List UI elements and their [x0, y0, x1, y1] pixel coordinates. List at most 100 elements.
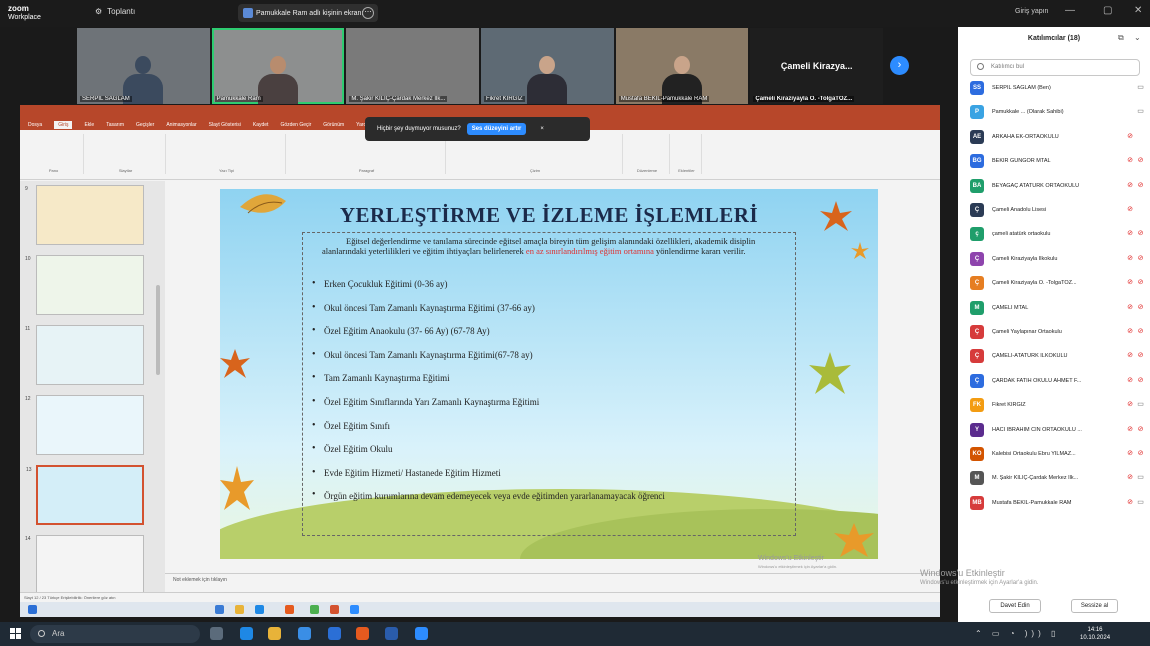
slide-thumbnail[interactable]: 14 — [25, 535, 144, 595]
invite-button[interactable]: Davet Edin — [989, 599, 1041, 613]
camera-icon[interactable]: ▭ — [1136, 474, 1145, 482]
participant-row[interactable]: Ç Çameli Anadolu Lisesi ⊘ — [970, 201, 1145, 219]
mic-muted-icon[interactable]: ⊘ — [1126, 206, 1134, 214]
mic-muted-icon[interactable]: ⊘ — [1126, 157, 1134, 165]
participant-row[interactable]: ç çameli atatürk ortaokulu ⊘ ⊘ — [970, 225, 1145, 243]
ribbon-group-clipboard[interactable]: Pano — [24, 134, 84, 174]
view-options-icon[interactable]: ⋯ — [362, 7, 374, 19]
video-tile[interactable]: Fikret KIRGIZ — [481, 28, 614, 104]
mic-muted-icon[interactable] — [1126, 84, 1134, 92]
slide-thumbnail[interactable]: 10 — [25, 255, 144, 315]
camera-icon[interactable] — [1136, 133, 1145, 141]
participant-row[interactable]: KO Kalebisi Ortaokulu Ebru YILMAZ... ⊘ ⊘ — [970, 445, 1145, 463]
maximize-icon[interactable]: ▢ — [1103, 5, 1112, 16]
tab-transitions[interactable]: Geçişler — [136, 122, 154, 128]
camera-icon[interactable]: ⊘ — [1136, 182, 1145, 190]
mic-muted-icon[interactable]: ⊘ — [1126, 377, 1134, 385]
camera-icon[interactable]: ⊘ — [1136, 157, 1145, 165]
participant-row[interactable]: Ç ÇAMELİ-ATATÜRK İLKOKULU ⊘ ⊘ — [970, 347, 1145, 365]
task-view-icon[interactable] — [210, 627, 223, 640]
camera-icon[interactable]: ⊘ — [1136, 450, 1145, 458]
mic-muted-icon[interactable]: ⊘ — [1126, 499, 1134, 507]
participant-row[interactable]: Ç Çameli Kiraziyayla İlkokulu ⊘ ⊘ — [970, 250, 1145, 268]
tab-review[interactable]: Gözden Geçir — [280, 122, 311, 128]
slide-canvas[interactable]: YERLEŞTİRME VE İZLEME İŞLEMLERİ Eğitsel … — [220, 189, 878, 559]
camera-icon[interactable]: ⊘ — [1136, 304, 1145, 312]
video-tile[interactable]: M. Şakir KILIÇ-Çardak Merkez İlk... — [346, 28, 480, 104]
mute-all-button[interactable]: Sessize al — [1071, 599, 1118, 613]
word-icon[interactable] — [385, 627, 398, 640]
video-tile[interactable]: Mustafa BEKİL-Pamukkale RAM — [615, 28, 749, 104]
camera-icon[interactable]: ▭ — [1136, 401, 1145, 409]
tab-animations[interactable]: Animasyonlar — [166, 122, 196, 128]
mic-muted-icon[interactable]: ⊘ — [1126, 279, 1134, 287]
minimize-icon[interactable]: — — [1065, 5, 1075, 16]
folder-icon[interactable] — [268, 627, 281, 640]
participant-row[interactable]: FK Fikret KIRGIZ ⊘ ▭ — [970, 396, 1145, 414]
participant-row[interactable]: Ç Çameli Kiraziyayla O. -TolgaTOZ... ⊘ ⊘ — [970, 274, 1145, 292]
slide-thumbnail[interactable]: 9 — [25, 185, 144, 245]
mic-muted-icon[interactable]: ⊘ — [1126, 304, 1134, 312]
ribbon-group-editing[interactable]: Düzenleme — [625, 134, 670, 174]
sign-in-link[interactable]: Giriş yapın — [1015, 8, 1048, 15]
tab-slideshow[interactable]: Slayt Gösterisi — [209, 122, 241, 128]
ribbon-group-font[interactable]: Yazı Tipi — [168, 134, 286, 174]
participant-row[interactable]: M ÇAMELİ MTAL ⊘ ⊘ — [970, 299, 1145, 317]
camera-icon[interactable]: ⊘ — [1136, 328, 1145, 336]
participant-row[interactable]: M M. Şakir KILIÇ-Çardak Merkez İlk... ⊘ ▭ — [970, 469, 1145, 487]
tab-record[interactable]: Kaydet — [253, 122, 269, 128]
mic-muted-icon[interactable]: ⊘ — [1126, 230, 1134, 238]
close-icon[interactable]: ✕ — [1134, 5, 1142, 16]
camera-icon[interactable]: ▭ — [1136, 108, 1145, 116]
participant-row[interactable]: SS SERPİL SAĞLAM (Ben) ▭ — [970, 79, 1145, 97]
windows-start-icon[interactable] — [10, 628, 21, 639]
video-tile-active-speaker[interactable]: Pamukkale Ram — [211, 28, 345, 104]
participant-row[interactable]: Ç Çameli Yaylapınar Ortaokulu ⊘ ⊘ — [970, 323, 1145, 341]
firefox-icon[interactable] — [356, 627, 369, 640]
increase-volume-button[interactable]: Ses düzeyini artır — [466, 123, 527, 135]
camera-icon[interactable]: ⊘ — [1136, 352, 1145, 360]
zoom-app-icon[interactable] — [415, 627, 428, 640]
mic-muted-icon[interactable] — [1126, 108, 1134, 116]
camera-icon[interactable] — [1136, 206, 1145, 214]
edge-icon[interactable] — [240, 627, 253, 640]
camera-icon[interactable]: ▭ — [1136, 499, 1145, 507]
close-panel-icon[interactable]: ⌄ — [1134, 33, 1141, 42]
meetings-button[interactable]: ⚙ Toplantı — [95, 7, 135, 16]
mic-muted-icon[interactable]: ⊘ — [1126, 426, 1134, 434]
next-page-arrow-icon[interactable]: › — [890, 56, 909, 75]
participant-search-input[interactable]: Katılımcı bul — [970, 59, 1140, 76]
mic-muted-icon[interactable]: ⊘ — [1126, 255, 1134, 263]
notes-placeholder[interactable]: Not eklemek için tıklayın — [165, 573, 940, 585]
camera-icon[interactable]: ⊘ — [1136, 255, 1145, 263]
participant-row[interactable]: MB Mustafa BEKİL-Pamukkale RAM ⊘ ▭ — [970, 494, 1145, 512]
ribbon-group-slides[interactable]: Slaytlar — [86, 134, 166, 174]
tab-home[interactable]: Giriş — [54, 120, 73, 129]
store-icon[interactable] — [298, 627, 311, 640]
mic-muted-icon[interactable]: ⊘ — [1126, 352, 1134, 360]
mic-muted-icon[interactable]: ⊘ — [1126, 133, 1134, 141]
mic-muted-icon[interactable]: ⊘ — [1126, 474, 1134, 482]
participant-row[interactable]: Ç ÇARDAK FATİH OKULU AHMET F... ⊘ ⊘ — [970, 372, 1145, 390]
participant-row[interactable]: P Pamukkale ... (Olarak Sahibi) ▭ — [970, 103, 1145, 121]
taskbar-clock[interactable]: 14:16 10.10.2024 — [1080, 626, 1110, 642]
camera-icon[interactable]: ⊘ — [1136, 279, 1145, 287]
camera-icon[interactable]: ⊘ — [1136, 377, 1145, 385]
mic-muted-icon[interactable]: ⊘ — [1126, 401, 1134, 409]
camera-icon[interactable]: ▭ — [1136, 84, 1145, 92]
participant-row[interactable]: Y HACI İBRAHİM CİN ORTAOKULU ... ⊘ ⊘ — [970, 421, 1145, 439]
mic-muted-icon[interactable]: ⊘ — [1126, 450, 1134, 458]
tab-insert[interactable]: Ekle — [84, 122, 94, 128]
taskbar-search-input[interactable]: Ara — [30, 625, 200, 643]
video-tile[interactable]: SERPİL SAĞLAM — [77, 28, 210, 104]
ribbon-group-addins[interactable]: Eklentiler — [672, 134, 702, 174]
system-tray-icons[interactable]: ⌃ ▭ ◔ ))) ▯ — [975, 629, 1059, 638]
camera-icon[interactable]: ⊘ — [1136, 230, 1145, 238]
mail-icon[interactable] — [328, 627, 341, 640]
mic-muted-icon[interactable]: ⊘ — [1126, 182, 1134, 190]
tab-file[interactable]: Dosya — [28, 122, 42, 128]
tab-view[interactable]: Görünüm — [323, 122, 344, 128]
slide-thumbnail[interactable]: 12 — [25, 395, 144, 455]
close-tooltip-icon[interactable]: × — [540, 126, 544, 132]
participant-row[interactable]: AE ARKAHA EK-ORTAOKULU ⊘ — [970, 128, 1145, 146]
